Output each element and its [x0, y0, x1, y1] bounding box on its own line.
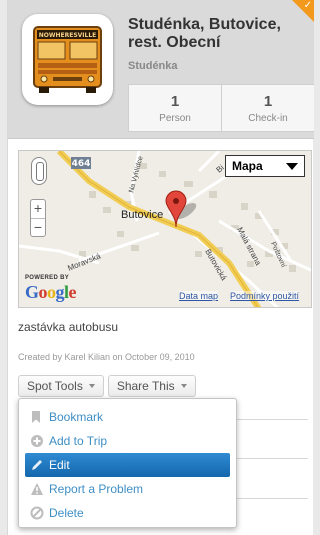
- delete-icon: [30, 506, 44, 520]
- spot-city[interactable]: Studénka: [128, 60, 178, 72]
- spot-title: Studénka, Butovice, rest. Obecní: [128, 16, 281, 51]
- pencil-icon: [32, 460, 42, 470]
- stats-box: 1 Person 1 Check-in: [128, 84, 314, 132]
- menu-item-bookmark[interactable]: Bookmark: [25, 405, 230, 429]
- map-data-link[interactable]: Data map: [179, 291, 219, 301]
- menu-item-label: Add to Trip: [49, 434, 108, 448]
- road-number-label: 464: [72, 159, 91, 169]
- map-type-value: Mapa: [232, 159, 263, 173]
- spot-header: ✓ NOWHERESVILLE Studénka, Butovice, rest…: [8, 0, 314, 139]
- stat-people[interactable]: 1 Person: [129, 85, 221, 131]
- zoom-control: + −: [30, 199, 46, 237]
- map-view[interactable]: 464 Butovice Moravská Butovická Malá str…: [18, 150, 312, 308]
- warning-icon: [31, 483, 43, 495]
- stat-checkins[interactable]: 1 Check-in: [221, 85, 314, 131]
- spot-tools-menu: Bookmark Add to Trip Edit Report a Probl…: [18, 398, 237, 528]
- menu-item-label: Bookmark: [49, 410, 104, 424]
- street-view-pegman-icon[interactable]: [31, 157, 47, 185]
- bus-stop-icon: NOWHERESVILLE: [22, 14, 113, 105]
- menu-item-delete[interactable]: Delete: [25, 501, 230, 525]
- menu-item-label: Edit: [49, 458, 70, 472]
- stat-people-value: 1: [170, 93, 180, 110]
- menu-item-edit[interactable]: Edit: [25, 453, 230, 477]
- spot-tools-label: Spot Tools: [27, 379, 83, 393]
- menu-item-label: Report a Problem: [49, 482, 144, 496]
- bookmark-icon: [32, 411, 40, 423]
- check-icon: ✓: [303, 0, 312, 11]
- map-label-butovice: Butovice: [121, 209, 163, 221]
- stat-checkins-label: Check-in: [248, 113, 288, 124]
- powered-by-label: POWERED BY: [25, 275, 70, 281]
- share-this-label: Share This: [116, 379, 175, 393]
- spot-page: ✓ NOWHERESVILLE Studénka, Butovice, rest…: [7, 0, 314, 535]
- caret-down-icon: [88, 384, 95, 388]
- spot-tools-button[interactable]: Spot Tools: [18, 375, 104, 397]
- menu-item-report-problem[interactable]: Report a Problem: [25, 477, 230, 501]
- spot-description: zastávka autobusu: [18, 320, 119, 334]
- zoom-in-button[interactable]: +: [31, 200, 45, 218]
- spot-toolbar: Spot Tools Share This: [18, 375, 196, 397]
- menu-item-add-to-trip[interactable]: Add to Trip: [25, 429, 230, 453]
- stat-people-label: Person: [159, 113, 191, 124]
- caret-down-icon: [180, 384, 187, 388]
- created-by-text: Created by Karel Kilian on October 09, 2…: [18, 352, 195, 362]
- terms-of-use-link[interactable]: Podmínky použití: [230, 291, 300, 301]
- dropdown-arrow-icon: [286, 163, 298, 170]
- menu-item-label: Delete: [49, 506, 84, 520]
- stat-checkins-value: 1: [263, 93, 273, 110]
- zoom-out-button[interactable]: −: [31, 218, 45, 236]
- map-type-select[interactable]: Mapa: [225, 155, 305, 177]
- add-circle-icon: [31, 435, 43, 447]
- google-logo[interactable]: Google: [25, 282, 77, 303]
- bus-sign-text: NOWHERESVILLE: [39, 32, 97, 39]
- share-this-button[interactable]: Share This: [107, 375, 196, 397]
